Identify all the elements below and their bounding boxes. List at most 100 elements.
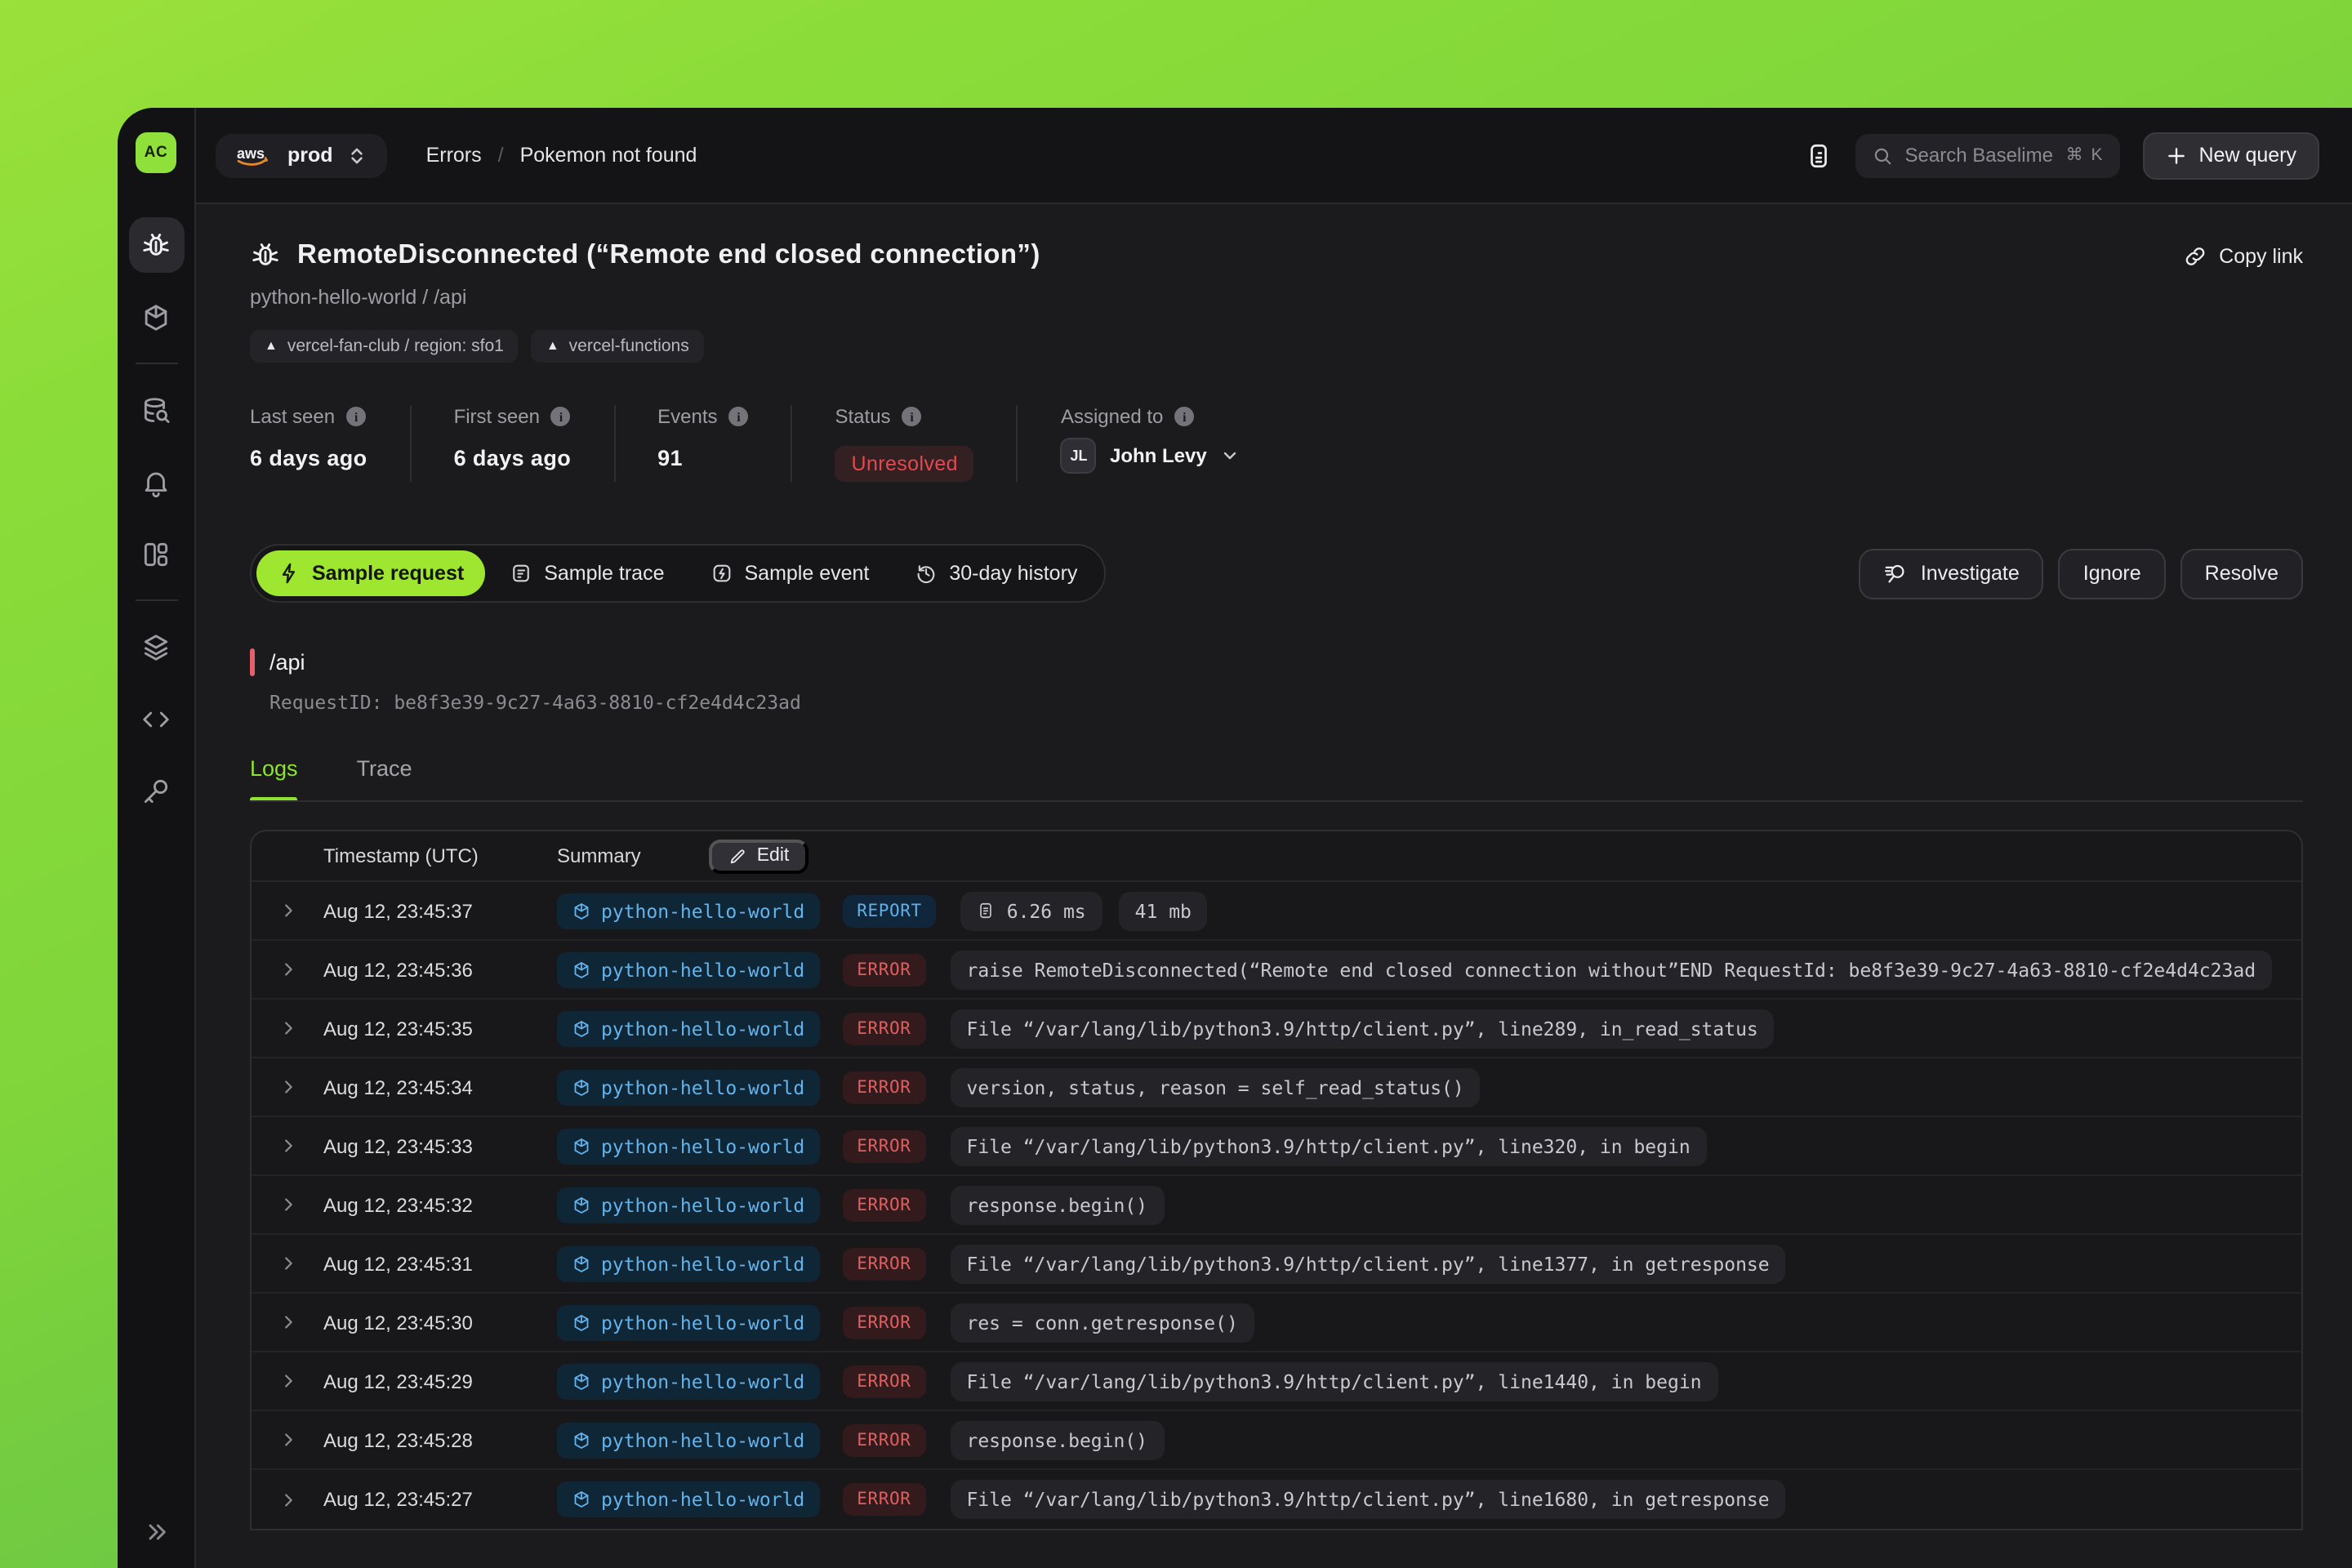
service-badge[interactable]: python-hello-world [557, 951, 819, 987]
breadcrumb-section[interactable]: Errors [426, 144, 482, 167]
new-query-button[interactable]: New query [2144, 131, 2320, 179]
breadcrumb: Errors / Pokemon not found [426, 144, 697, 167]
investigate-button[interactable]: Investigate [1859, 548, 2044, 599]
chevron-right-icon[interactable] [252, 902, 323, 920]
row-timestamp: Aug 12, 23:45:31 [323, 1252, 557, 1275]
chevron-right-icon[interactable] [252, 1313, 323, 1331]
level-badge: REPORT [842, 894, 936, 927]
log-message: File “/var/lang/lib/python3.9/http/clien… [950, 1480, 1785, 1519]
info-icon[interactable]: i [902, 407, 922, 426]
bug-icon [140, 229, 172, 261]
info-icon[interactable]: i [729, 407, 749, 426]
sidebar-item-bell[interactable] [128, 454, 184, 510]
sidebar-item-bug[interactable] [128, 217, 184, 273]
ignore-button[interactable]: Ignore [2059, 548, 2166, 599]
table-row[interactable]: Aug 12, 23:45:33python-hello-worldERRORF… [252, 1117, 2301, 1176]
request-block: /api RequestID: be8f3e39-9c27-4a63-8810-… [250, 648, 2303, 714]
tab-sample-event[interactable]: Sample event [689, 550, 891, 596]
info-icon[interactable]: i [346, 407, 366, 426]
service-badge[interactable]: python-hello-world [557, 1010, 819, 1046]
info-icon[interactable]: i [551, 407, 571, 426]
chevron-right-icon[interactable] [252, 1137, 323, 1155]
stat-label: Last seen [250, 405, 335, 428]
plus-icon [2167, 145, 2188, 166]
copy-link-button[interactable]: Copy link [2183, 244, 2303, 267]
row-timestamp: Aug 12, 23:45:29 [323, 1370, 557, 1392]
chevron-right-icon[interactable] [252, 1490, 323, 1508]
info-icon[interactable]: i [1174, 407, 1194, 426]
cube-icon [572, 960, 591, 979]
tab-trace[interactable]: Trace [357, 756, 412, 802]
stat-assigned: Assigned toi JL John Levy [1061, 405, 1282, 482]
log-message: raise RemoteDisconnected(“Remote end clo… [950, 950, 2272, 989]
sidebar-collapse-button[interactable] [118, 1519, 194, 1545]
stat-first-seen: First seeni 6 days ago [454, 405, 616, 482]
vercel-triangle-icon: ▲ [265, 340, 278, 353]
sidebar-item-database-search[interactable] [128, 382, 184, 438]
service-badge[interactable]: python-hello-world [557, 1245, 819, 1281]
table-row[interactable]: Aug 12, 23:45:32python-hello-worldERRORr… [252, 1176, 2301, 1235]
sidebar-item-layers[interactable] [128, 619, 184, 675]
code-icon [140, 703, 172, 734]
row-timestamp: Aug 12, 23:45:36 [323, 958, 557, 981]
table-row[interactable]: Aug 12, 23:45:28python-hello-worldERRORr… [252, 1411, 2301, 1470]
service-badge[interactable]: python-hello-world [557, 1128, 819, 1164]
resolve-button[interactable]: Resolve [2180, 548, 2303, 599]
chevron-right-icon[interactable] [252, 1196, 323, 1214]
bolt-square-icon [710, 562, 733, 585]
chevron-right-icon[interactable] [252, 960, 323, 978]
tab-label: Sample request [312, 562, 464, 585]
tab-sample-request[interactable]: Sample request [256, 550, 485, 596]
service-badge[interactable]: python-hello-world [557, 1363, 819, 1399]
service-badge[interactable]: python-hello-world [557, 1069, 819, 1105]
table-row[interactable]: Aug 12, 23:45:35python-hello-worldERRORF… [252, 1000, 2301, 1058]
chevron-right-icon[interactable] [252, 1019, 323, 1037]
notebook-button[interactable] [1806, 141, 1833, 169]
cube-icon [572, 1312, 591, 1332]
tab-logs[interactable]: Logs [250, 756, 298, 802]
edit-columns-button[interactable]: Edit [710, 839, 809, 873]
tab-sample-trace[interactable]: Sample trace [488, 550, 685, 596]
search-input[interactable]: Search Baselime ⌘ K [1856, 133, 2121, 177]
chevron-right-icon[interactable] [252, 1078, 323, 1096]
investigate-icon [1883, 561, 1908, 586]
tag-environment[interactable]: ▲vercel-fan-club / region: sfo1 [250, 330, 519, 363]
service-badge[interactable]: python-hello-world [557, 1422, 819, 1458]
tag-service[interactable]: ▲vercel-functions [532, 330, 704, 363]
issue-subtitle: python-hello-world / /api [250, 286, 2303, 309]
trace-list-icon [510, 562, 532, 585]
avatar[interactable]: AC [136, 132, 176, 173]
table-row[interactable]: Aug 12, 23:45:37python-hello-worldREPORT… [252, 882, 2301, 941]
sidebar-item-cube[interactable] [128, 289, 184, 345]
environment-switcher[interactable]: aws prod [216, 133, 387, 177]
table-row[interactable]: Aug 12, 23:45:29python-hello-worldERRORF… [252, 1352, 2301, 1411]
log-message: response.begin() [950, 1185, 1164, 1224]
sidebar-item-code[interactable] [128, 691, 184, 746]
chevron-right-icon[interactable] [252, 1431, 323, 1449]
service-badge[interactable]: python-hello-world [557, 893, 819, 929]
tab-30-day-history[interactable]: 30-day history [893, 550, 1098, 596]
issue-header: RemoteDisconnected (“Remote end closed c… [250, 240, 2303, 271]
chevron-down-icon [1220, 446, 1240, 466]
chevron-right-icon[interactable] [252, 1254, 323, 1272]
table-row[interactable]: Aug 12, 23:45:31python-hello-worldERRORF… [252, 1235, 2301, 1294]
row-timestamp: Aug 12, 23:45:32 [323, 1193, 557, 1216]
sidebar-item-dashboard[interactable] [128, 526, 184, 581]
service-badge[interactable]: python-hello-world [557, 1304, 819, 1340]
notebook-icon [1806, 141, 1833, 169]
table-row[interactable]: Aug 12, 23:45:27python-hello-worldERRORF… [252, 1470, 2301, 1529]
issue-actions: Investigate Ignore Resolve [1859, 548, 2303, 599]
service-badge[interactable]: python-hello-world [557, 1481, 819, 1517]
table-row[interactable]: Aug 12, 23:45:36python-hello-worldERRORr… [252, 941, 2301, 1000]
assignee-selector[interactable]: JL John Levy [1061, 438, 1240, 474]
service-badge[interactable]: python-hello-world [557, 1187, 819, 1223]
breadcrumb-page[interactable]: Pokemon not found [520, 144, 697, 167]
chevrons-up-down-icon [346, 145, 368, 166]
table-row[interactable]: Aug 12, 23:45:34python-hello-worldERRORv… [252, 1058, 2301, 1117]
chevron-right-icon[interactable] [252, 1372, 323, 1390]
sidebar-item-key[interactable] [128, 763, 184, 818]
row-timestamp: Aug 12, 23:45:30 [323, 1311, 557, 1334]
issue-title: RemoteDisconnected (“Remote end closed c… [297, 240, 1040, 271]
table-header: Timestamp (UTC) Summary Edit [252, 831, 2301, 882]
table-row[interactable]: Aug 12, 23:45:30python-hello-worldERRORr… [252, 1294, 2301, 1352]
